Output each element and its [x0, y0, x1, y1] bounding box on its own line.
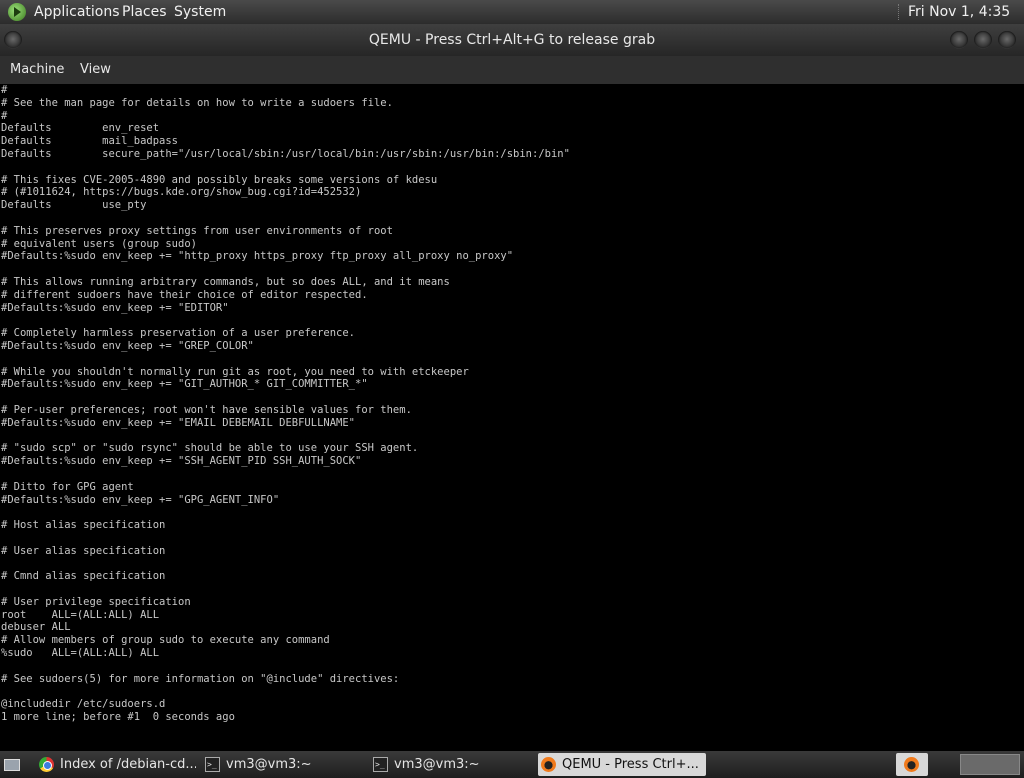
terminal-line: #Defaults:%sudo env_keep += "GREP_COLOR" [1, 339, 254, 352]
task-label: QEMU - Press Ctrl+... [562, 757, 699, 772]
terminal-line: # User privilege specification [1, 595, 191, 608]
terminal-line: #Defaults:%sudo env_keep += "http_proxy … [1, 250, 514, 263]
terminal-line: # (#1011624, https://bugs.kde.org/show_b… [1, 186, 362, 199]
terminal-line: # User alias specification [1, 544, 166, 557]
task-terminal-2[interactable]: vm3@vm3:~ [370, 753, 532, 776]
window-title-bar[interactable]: QEMU - Press Ctrl+Alt+G to release grab [0, 24, 1024, 56]
panel-separator [898, 4, 901, 20]
terminal-text: # # See the man page for details on how t… [1, 84, 570, 724]
terminal-line: #Defaults:%sudo env_keep += "EMAIL DEBEM… [1, 416, 356, 429]
task-label: Index of /debian-cd... [60, 757, 196, 772]
terminal-line: # different sudoers have their choice of… [1, 288, 368, 301]
terminal-line: #Defaults:%sudo env_keep += "SSH_AGENT_P… [1, 455, 362, 468]
qemu-icon [541, 757, 556, 772]
terminal-line: # Completely harmless preservation of a … [1, 327, 356, 340]
window-title: QEMU - Press Ctrl+Alt+G to release grab [368, 32, 656, 48]
terminal-line: # Ditto for GPG agent [1, 480, 134, 493]
terminal-line: Defaults env_reset [1, 122, 160, 135]
task-label: vm3@vm3:~ [394, 757, 480, 772]
task-terminal-1[interactable]: vm3@vm3:~ [202, 753, 364, 776]
menu-view[interactable]: View [80, 56, 111, 84]
chrome-icon [39, 757, 54, 772]
system-menu[interactable]: System [174, 0, 226, 24]
terminal-line: #Defaults:%sudo env_keep += "GIT_AUTHOR_… [1, 378, 368, 391]
show-desktop-icon[interactable] [3, 755, 21, 773]
terminal-line: 1 more line; before #1 0 seconds ago [1, 711, 235, 724]
terminal-line: # See the man page for details on how to… [1, 96, 393, 109]
terminal-line: # equivalent users (group sudo) [1, 237, 197, 250]
qemu-icon [904, 757, 919, 772]
clock[interactable]: Fri Nov 1, 4:35 PM [908, 0, 1024, 44]
places-menu[interactable]: Places [122, 0, 167, 24]
minimize-button[interactable] [950, 31, 968, 49]
qemu-menubar: Machine View [0, 56, 1024, 85]
task-qemu[interactable]: QEMU - Press Ctrl+... [538, 753, 706, 776]
terminal-line: # Cmnd alias specification [1, 570, 166, 583]
tray-qemu-button[interactable] [896, 753, 928, 776]
terminal-line: root ALL=(ALL:ALL) ALL [1, 608, 160, 621]
terminal-line: # Allow members of group sudo to execute… [1, 634, 330, 647]
terminal-icon [205, 753, 220, 776]
terminal-line: @includedir /etc/sudoers.d [1, 698, 166, 711]
terminal-line: #Defaults:%sudo env_keep += "EDITOR" [1, 301, 229, 314]
terminal-line: # While you shouldn't normally run git a… [1, 365, 469, 378]
terminal-line: # This allows running arbitrary commands… [1, 275, 450, 288]
maximize-button[interactable] [974, 31, 992, 49]
task-label: vm3@vm3:~ [226, 757, 312, 772]
terminal-line: # See sudoers(5) for more information on… [1, 672, 400, 685]
menu-machine[interactable]: Machine [10, 56, 64, 84]
terminal-line: Defaults use_pty [1, 199, 147, 212]
terminal-line: # [1, 109, 8, 122]
workspace-switcher[interactable] [960, 754, 1020, 775]
terminal-line: # "sudo scp" or "sudo rsync" should be a… [1, 442, 419, 455]
terminal-icon [373, 753, 388, 776]
task-chrome[interactable]: Index of /debian-cd... [36, 753, 196, 776]
terminal-line: # [1, 84, 8, 96]
terminal-line: # Per-user preferences; root won't have … [1, 403, 412, 416]
terminal-line: debuser ALL [1, 621, 71, 634]
close-button[interactable] [998, 31, 1016, 49]
terminal-line: #Defaults:%sudo env_keep += "GPG_AGENT_I… [1, 493, 280, 506]
terminal-line: Defaults secure_path="/usr/local/sbin:/u… [1, 147, 570, 160]
terminal-line: # This preserves proxy settings from use… [1, 224, 393, 237]
bottom-taskbar: Index of /debian-cd... vm3@vm3:~ vm3@vm3… [0, 751, 1024, 778]
terminal-screen[interactable]: # # See the man page for details on how t… [0, 84, 1024, 751]
top-panel: Applications Places System Fri Nov 1, 4:… [0, 0, 1024, 44]
applications-menu[interactable]: Applications [34, 0, 120, 24]
terminal-line: Defaults mail_badpass [1, 135, 179, 148]
terminal-line: %sudo ALL=(ALL:ALL) ALL [1, 647, 160, 660]
gnome-foot-icon[interactable] [8, 3, 26, 21]
terminal-line: # This fixes CVE-2005-4890 and possibly … [1, 173, 438, 186]
terminal-line: # Host alias specification [1, 519, 166, 532]
